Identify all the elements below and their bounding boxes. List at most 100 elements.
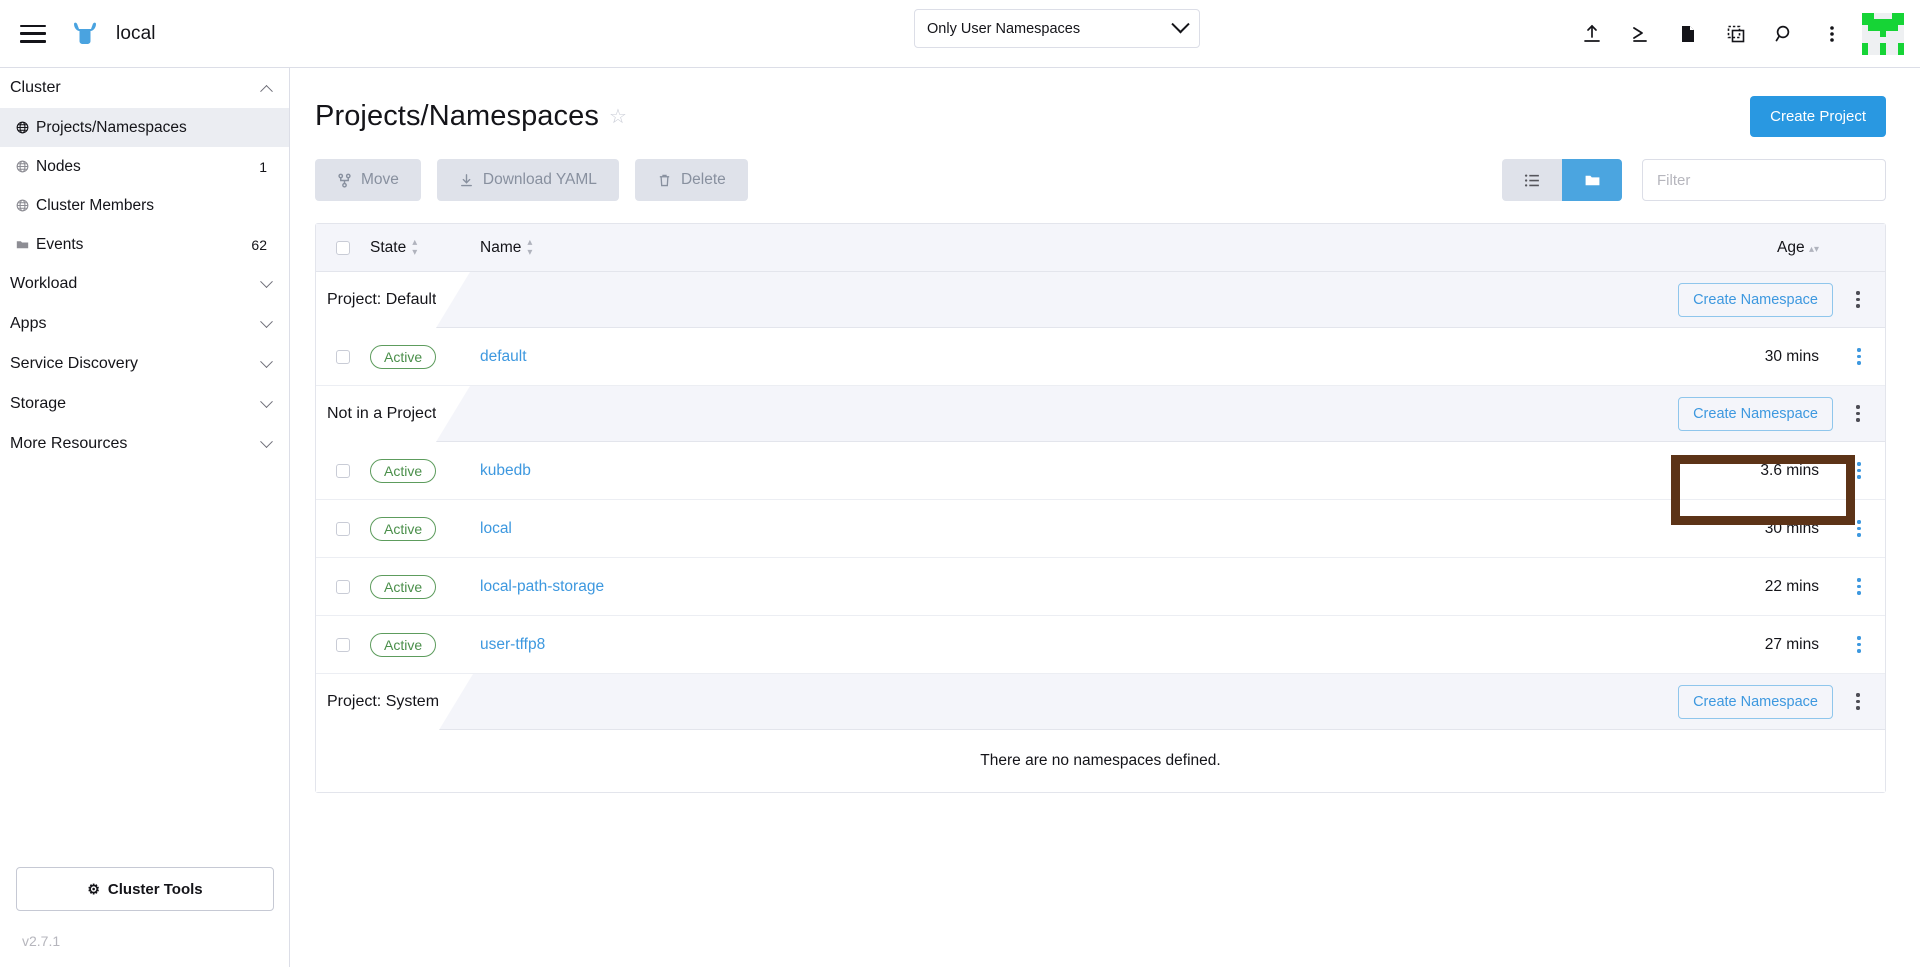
chevron-up-icon	[260, 84, 273, 97]
sidebar-item-cluster-members[interactable]: Cluster Members	[0, 186, 289, 225]
user-avatar-identicon[interactable]	[1862, 13, 1904, 55]
sidebar-nav: Cluster Projects/Namespaces Nodes 1 Clus…	[0, 68, 290, 967]
row-name-cell: default	[480, 348, 1663, 366]
row-state-cell: Active	[370, 345, 480, 369]
row-age-cell: 27 mins	[1663, 636, 1833, 654]
column-header-age[interactable]: Age ▴▾	[1663, 239, 1833, 257]
row-actions-menu-icon[interactable]	[1842, 340, 1876, 374]
row-name-cell: user-tffp8	[480, 636, 1663, 654]
group-actions-menu-icon[interactable]	[1841, 397, 1875, 431]
cluster-name-label: local	[116, 23, 156, 45]
namespace-link[interactable]: kubedb	[480, 462, 531, 480]
sidebar-group-label: Workload	[10, 275, 262, 293]
status-badge: Active	[370, 345, 436, 369]
move-button[interactable]: Move	[315, 159, 421, 201]
star-outline-icon[interactable]: ☆	[609, 107, 627, 127]
status-badge: Active	[370, 575, 436, 599]
globe-icon	[16, 121, 36, 134]
sidebar-group-storage[interactable]: Storage	[0, 384, 289, 424]
import-yaml-icon[interactable]	[1568, 10, 1616, 58]
row-checkbox[interactable]	[336, 638, 350, 652]
sidebar-group-label: Cluster	[10, 79, 262, 97]
create-namespace-button-highlighted[interactable]: Create Namespace	[1678, 397, 1833, 431]
search-icon[interactable]	[1760, 10, 1808, 58]
group-header-row: Not in a Project Create Namespace	[316, 386, 1885, 442]
header-icon-group	[1568, 0, 1904, 68]
status-badge: Active	[370, 517, 436, 541]
row-actions-menu-icon[interactable]	[1842, 512, 1876, 546]
row-checkbox-cell	[316, 464, 370, 478]
row-state-cell: Active	[370, 575, 480, 599]
more-options-icon[interactable]	[1808, 10, 1856, 58]
row-checkbox[interactable]	[336, 464, 350, 478]
chevron-down-icon	[260, 435, 273, 448]
row-actions-cell	[1833, 454, 1885, 488]
create-namespace-button[interactable]: Create Namespace	[1678, 685, 1833, 719]
column-header-name[interactable]: Name ▴▾	[480, 238, 1663, 258]
table-row[interactable]: Active local 30 mins	[316, 500, 1885, 558]
filter-input[interactable]	[1642, 159, 1886, 201]
row-actions-menu-icon[interactable]	[1842, 570, 1876, 604]
cluster-tools-button[interactable]: ⚙ Cluster Tools	[16, 867, 274, 911]
sidebar-group-apps[interactable]: Apps	[0, 304, 289, 344]
group-actions-menu-icon[interactable]	[1841, 685, 1875, 719]
hamburger-menu-icon[interactable]	[20, 25, 46, 43]
table-row[interactable]: Active local-path-storage 22 mins	[316, 558, 1885, 616]
row-actions-menu-icon[interactable]	[1842, 454, 1876, 488]
list-view-icon[interactable]	[1502, 159, 1562, 201]
sidebar-group-workload[interactable]: Workload	[0, 264, 289, 304]
sidebar-group-cluster[interactable]: Cluster	[0, 68, 289, 108]
row-checkbox[interactable]	[336, 350, 350, 364]
download-kubeconfig-icon[interactable]	[1664, 10, 1712, 58]
sidebar-item-label: Projects/Namespaces	[36, 119, 267, 137]
delete-button[interactable]: Delete	[635, 159, 748, 201]
sidebar-item-nodes[interactable]: Nodes 1	[0, 147, 289, 186]
globe-icon	[16, 199, 36, 212]
table-row[interactable]: Active default 30 mins	[316, 328, 1885, 386]
status-badge: Active	[370, 459, 436, 483]
row-state-cell: Active	[370, 633, 480, 657]
namespace-link[interactable]: user-tffp8	[480, 636, 545, 654]
status-badge: Active	[370, 633, 436, 657]
sidebar-group-more-resources[interactable]: More Resources	[0, 424, 289, 464]
sidebar-group-label: Storage	[10, 395, 262, 413]
sidebar-item-events[interactable]: Events 62	[0, 225, 289, 264]
sidebar-item-count: 1	[259, 159, 267, 175]
sidebar-group-label: More Resources	[10, 435, 262, 453]
sidebar-item-label: Cluster Members	[36, 197, 267, 215]
create-namespace-button[interactable]: Create Namespace	[1678, 283, 1833, 317]
namespace-link[interactable]: local	[480, 520, 512, 538]
group-header-row: Project: Default Create Namespace	[316, 272, 1885, 328]
top-header: local Only User Namespaces	[0, 0, 1920, 68]
chevron-down-icon	[260, 355, 273, 368]
table-row[interactable]: Active user-tffp8 27 mins	[316, 616, 1885, 674]
group-actions-menu-icon[interactable]	[1841, 283, 1875, 317]
column-header-name-label: Name	[480, 239, 521, 257]
row-checkbox-cell	[316, 350, 370, 364]
chevron-down-icon	[1171, 15, 1189, 33]
group-header-row: Project: System Create Namespace	[316, 674, 1885, 730]
action-toolbar: Move Download YAML Delete	[290, 137, 1920, 201]
table-row[interactable]: Active kubedb 3.6 mins	[316, 442, 1885, 500]
row-actions-menu-icon[interactable]	[1842, 628, 1876, 662]
sidebar-item-label: Nodes	[36, 158, 259, 176]
page-title: Projects/Namespaces	[315, 100, 599, 133]
create-project-button[interactable]: Create Project	[1750, 96, 1886, 137]
column-header-state[interactable]: State ▴▾	[370, 238, 480, 258]
download-yaml-button[interactable]: Download YAML	[437, 159, 619, 201]
kubectl-shell-icon[interactable]	[1616, 10, 1664, 58]
sidebar-group-service-discovery[interactable]: Service Discovery	[0, 344, 289, 384]
namespace-filter-dropdown[interactable]: Only User Namespaces	[914, 9, 1200, 48]
row-checkbox[interactable]	[336, 580, 350, 594]
row-checkbox[interactable]	[336, 522, 350, 536]
sidebar-item-projects-namespaces[interactable]: Projects/Namespaces	[0, 108, 289, 147]
namespace-link[interactable]: local-path-storage	[480, 578, 604, 596]
select-all-checkbox[interactable]	[336, 241, 350, 255]
cluster-tools-label: Cluster Tools	[108, 881, 203, 898]
group-view-icon[interactable]	[1562, 159, 1622, 201]
namespaces-table: State ▴▾ Name ▴▾ Age ▴▾ Project: Default…	[315, 223, 1886, 793]
sort-arrows-icon: ▴▾	[1809, 245, 1819, 255]
download-icon	[459, 173, 474, 188]
copy-kubeconfig-icon[interactable]	[1712, 10, 1760, 58]
namespace-link[interactable]: default	[480, 348, 527, 366]
